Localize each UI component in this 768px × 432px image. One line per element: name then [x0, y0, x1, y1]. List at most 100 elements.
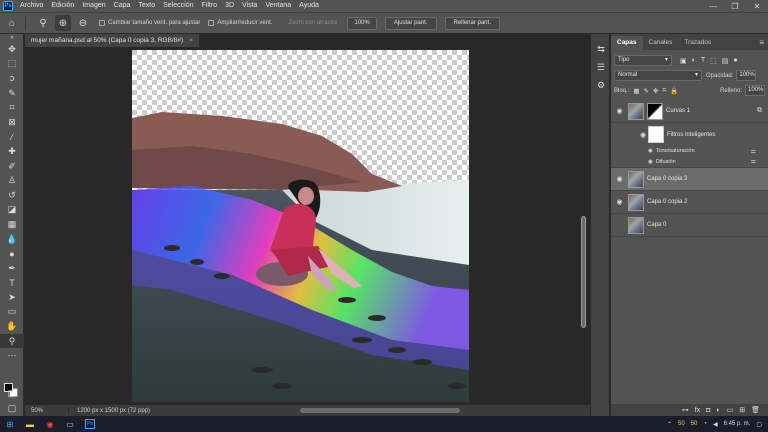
- layer-row-curves[interactable]: ◉ Curvas 1 ⧉: [611, 100, 768, 123]
- zoom-tool-icon[interactable]: ⚲: [35, 15, 51, 31]
- gradient-tool-icon[interactable]: ▦: [0, 217, 24, 232]
- close-button[interactable]: ✕: [746, 0, 768, 12]
- tab-trazados[interactable]: Trazados: [678, 36, 717, 50]
- photoshop-logo[interactable]: Ps: [3, 1, 13, 11]
- properties-panel-icon[interactable]: ☰: [591, 58, 611, 76]
- minimize-button[interactable]: —: [702, 0, 724, 12]
- menu-3d[interactable]: 3D: [221, 0, 238, 12]
- menu-vista[interactable]: Vista: [238, 0, 261, 12]
- home-icon[interactable]: ⌂: [4, 15, 20, 31]
- new-adjustment-icon[interactable]: ◐: [716, 407, 720, 414]
- zoom-in-icon[interactable]: ⊕: [55, 15, 71, 31]
- zoom-percent-field[interactable]: 100%: [347, 16, 377, 30]
- lasso-tool-icon[interactable]: ↄ: [0, 71, 24, 86]
- lock-all-icon[interactable]: 🔒: [670, 87, 678, 95]
- menu-filtro[interactable]: Filtro: [198, 0, 222, 12]
- windows-start-icon[interactable]: ⊞: [0, 416, 20, 432]
- opacity-field[interactable]: 100%: [736, 70, 757, 81]
- maximize-button[interactable]: ❐: [724, 0, 746, 12]
- visibility-eye-icon[interactable]: ◉: [638, 131, 648, 139]
- add-mask-icon[interactable]: ◘: [706, 407, 710, 414]
- link-layers-icon[interactable]: ⊶: [682, 406, 689, 414]
- photoshop-taskbar-icon[interactable]: Ps: [80, 416, 100, 432]
- fill-field[interactable]: 100%: [745, 85, 765, 96]
- layer-style-icon[interactable]: fx: [695, 407, 700, 414]
- file-explorer-icon[interactable]: ▬: [20, 416, 40, 432]
- zoom-all-windows-checkbox[interactable]: Ampliar/reducir vent.: [208, 20, 272, 26]
- notifications-icon[interactable]: ▢: [756, 421, 762, 428]
- smart-filter-mask-thumbnail[interactable]: [648, 126, 664, 143]
- layer-row-capa-0[interactable]: Capa 0: [611, 214, 768, 237]
- image-canvas[interactable]: [132, 50, 469, 402]
- type-filter-icon[interactable]: T: [701, 57, 705, 65]
- layer-row-smart-filters[interactable]: ◉ Filtros inteligentes: [611, 123, 768, 146]
- menu-ayuda[interactable]: Ayuda: [295, 0, 323, 12]
- visibility-eye-icon[interactable]: ◉: [611, 107, 628, 115]
- move-tool-icon[interactable]: ✥: [0, 42, 24, 57]
- menu-texto[interactable]: Texto: [134, 0, 159, 12]
- adjustments-panel-icon[interactable]: ⚙: [591, 76, 611, 94]
- pen-tool-icon[interactable]: ✒: [0, 261, 24, 276]
- layer-mask-thumbnail[interactable]: [647, 102, 663, 120]
- quick-selection-tool-icon[interactable]: ✎: [0, 86, 24, 101]
- marquee-tool-icon[interactable]: ⬚: [0, 57, 24, 72]
- frame-tool-icon[interactable]: ⊠: [0, 115, 24, 130]
- adjustment-filter-icon[interactable]: ◐: [692, 57, 696, 65]
- tray-indicator-a[interactable]: 50: [678, 421, 685, 427]
- tray-indicator-b[interactable]: 50: [691, 421, 698, 427]
- quick-mask-icon[interactable]: ◫: [0, 386, 24, 401]
- visibility-eye-icon[interactable]: ◉: [648, 159, 653, 165]
- horizontal-scroll-thumb[interactable]: [300, 408, 460, 413]
- new-layer-icon[interactable]: ⊞: [739, 406, 745, 414]
- clone-stamp-tool-icon[interactable]: ♙: [0, 173, 24, 188]
- hand-tool-icon[interactable]: ✋: [0, 319, 24, 334]
- document-tab[interactable]: mujer mañana.psd al 50% (Capa 0 copia 3,…: [25, 34, 200, 47]
- menu-archivo[interactable]: Archivo: [16, 0, 47, 12]
- network-icon[interactable]: ◔: [703, 421, 707, 427]
- lock-pixels-icon[interactable]: ✎: [644, 87, 649, 95]
- screen-mode-icon[interactable]: ▢: [0, 401, 24, 416]
- healing-brush-tool-icon[interactable]: ✚: [0, 144, 24, 159]
- rectangle-tool-icon[interactable]: ▭: [0, 305, 24, 320]
- volume-icon[interactable]: ◀: [713, 421, 718, 428]
- layer-row-copy-2[interactable]: ◉ Capa 0 copia 2: [611, 191, 768, 214]
- delete-layer-icon[interactable]: 🗑: [751, 406, 760, 414]
- eraser-tool-icon[interactable]: ◪: [0, 203, 24, 218]
- menu-edicion[interactable]: Edición: [47, 0, 78, 12]
- lock-position-icon[interactable]: ✥: [653, 87, 658, 95]
- clock[interactable]: 6:45 p. m.: [724, 421, 751, 427]
- tab-capas[interactable]: Capas: [611, 36, 643, 50]
- brush-tool-icon[interactable]: ✐: [0, 159, 24, 174]
- filter-row-hue-saturation[interactable]: ◉ Tono/saturación ⚌: [611, 146, 768, 156]
- status-zoom[interactable]: 50%: [25, 407, 69, 414]
- more-tools-icon[interactable]: ⋯: [0, 348, 24, 363]
- filter-row-diffuse[interactable]: ◉ Difusión ⚌: [611, 156, 768, 168]
- menu-seleccion[interactable]: Selección: [159, 0, 197, 12]
- resize-windows-checkbox[interactable]: Cambiar tamaño vent. para ajustar: [99, 20, 200, 26]
- chrome-icon[interactable]: ◉: [40, 416, 60, 432]
- menu-ventana[interactable]: Ventana: [261, 0, 295, 12]
- menu-capa[interactable]: Capa: [110, 0, 135, 12]
- visibility-eye-icon[interactable]: ◉: [648, 148, 653, 154]
- toolbar-collapse-icon[interactable]: »: [0, 34, 24, 42]
- menu-imagen[interactable]: Imagen: [78, 0, 109, 12]
- visibility-eye-icon[interactable]: ◉: [611, 198, 628, 206]
- blending-options-icon[interactable]: ⚌: [751, 158, 756, 165]
- dodge-tool-icon[interactable]: ●: [0, 246, 24, 261]
- crop-tool-icon[interactable]: ⌗: [0, 100, 24, 115]
- zoom-tool-active-icon[interactable]: ⚲: [0, 333, 24, 349]
- vertical-scroll-thumb[interactable]: [581, 216, 586, 328]
- blur-tool-icon[interactable]: 💧: [0, 232, 24, 247]
- path-selection-tool-icon[interactable]: ➤: [0, 290, 24, 305]
- smart-object-filter-icon[interactable]: ▤: [722, 57, 729, 65]
- history-panel-icon[interactable]: ⇆: [591, 40, 611, 58]
- eyedropper-tool-icon[interactable]: ⁄: [0, 130, 24, 145]
- lock-artboard-icon[interactable]: ⌗: [662, 87, 666, 95]
- fit-screen-button[interactable]: Ajustar pant.: [384, 16, 437, 30]
- shape-filter-icon[interactable]: ⬚: [710, 57, 717, 65]
- filter-toggle-icon[interactable]: ●: [733, 57, 737, 65]
- panel-menu-icon[interactable]: ≡: [759, 36, 764, 50]
- new-group-icon[interactable]: ▭: [727, 406, 734, 414]
- zoom-out-icon[interactable]: ⊖: [75, 15, 91, 31]
- lock-transparency-icon[interactable]: ▦: [633, 87, 639, 95]
